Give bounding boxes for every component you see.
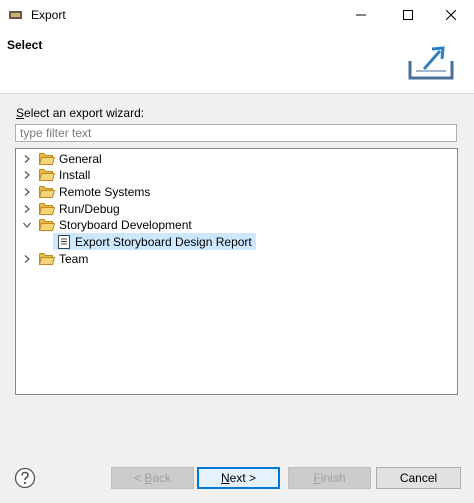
tree-item-run-debug[interactable]: Run/Debug: [21, 200, 120, 217]
tree-item-label: Team: [59, 251, 89, 266]
chevron-right-icon[interactable]: [21, 250, 33, 267]
next-mnemonic: N: [220, 471, 230, 485]
wizard-tree[interactable]: General Install Remote Systems Run/Debug…: [15, 148, 458, 395]
prompt-text: elect an export wizard:: [24, 106, 145, 120]
help-icon[interactable]: [14, 467, 36, 489]
filter-input[interactable]: [15, 124, 457, 142]
export-wizard-icon: [408, 46, 454, 80]
close-button[interactable]: [428, 0, 474, 30]
folder-icon: [39, 153, 55, 165]
chevron-right-icon[interactable]: [21, 166, 33, 183]
cancel-label: Cancel: [399, 471, 438, 485]
folder-open-icon: [39, 219, 55, 231]
folder-icon: [39, 203, 55, 215]
finish-label: inish: [320, 471, 346, 485]
folder-icon: [39, 253, 55, 265]
back-label: ack: [152, 471, 172, 485]
wizard-banner: Select: [0, 30, 474, 94]
folder-icon: [39, 169, 55, 181]
tree-item-storyboard-development[interactable]: Storyboard Development: [21, 216, 192, 233]
tree-item-general[interactable]: General: [21, 150, 102, 167]
wizard-prompt-label: Select an export wizard:: [16, 106, 144, 120]
chevron-right-icon[interactable]: [21, 183, 33, 200]
tree-item-export-storyboard-design-report[interactable]: Export Storyboard Design Report: [53, 233, 256, 250]
back-prefix: <: [133, 471, 145, 485]
back-mnemonic: B: [144, 471, 153, 485]
window-title: Export: [31, 8, 66, 22]
chevron-down-icon[interactable]: [21, 216, 33, 233]
tree-item-label: Run/Debug: [59, 201, 120, 216]
tree-item-label: Remote Systems: [59, 184, 151, 199]
folder-icon: [39, 186, 55, 198]
back-button[interactable]: < Back: [111, 467, 194, 489]
tree-item-remote-systems[interactable]: Remote Systems: [21, 183, 150, 200]
eclipse-app-icon: [9, 11, 22, 19]
close-icon: [446, 10, 456, 20]
maximize-icon: [403, 10, 413, 20]
minimize-button[interactable]: [338, 0, 384, 30]
prompt-mnemonic: S: [16, 106, 25, 120]
report-document-icon: [58, 234, 70, 249]
cancel-button[interactable]: Cancel: [376, 467, 461, 489]
title-bar: Export: [0, 0, 474, 30]
next-button[interactable]: Next >: [197, 467, 280, 489]
tree-item-label: Install: [59, 167, 91, 182]
next-label: ext >: [229, 471, 257, 485]
finish-mnemonic: F: [313, 471, 321, 485]
export-dialog: Export Select Select an export wizard: t…: [0, 0, 474, 503]
tree-item-install[interactable]: Install: [21, 166, 90, 183]
maximize-button[interactable]: [385, 0, 431, 30]
tree-item-label: Export Storyboard Design Report: [75, 234, 252, 249]
tree-item-label: General: [59, 151, 102, 166]
chevron-right-icon[interactable]: [21, 150, 33, 167]
tree-item-label: Storyboard Development: [59, 217, 192, 232]
minimize-icon: [356, 14, 366, 16]
finish-button[interactable]: Finish: [288, 467, 371, 489]
page-title: Select: [7, 38, 43, 52]
chevron-right-icon[interactable]: [21, 200, 33, 217]
tree-item-team[interactable]: Team: [21, 250, 88, 267]
